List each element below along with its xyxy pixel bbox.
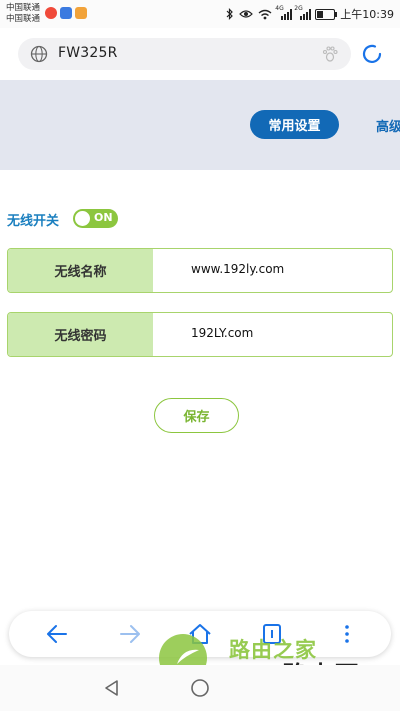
wifi-switch-label: 无线开关 xyxy=(7,214,60,229)
weibo-notification-icon xyxy=(45,7,57,19)
toggle-knob xyxy=(75,211,90,226)
forward-arrow-icon[interactable] xyxy=(117,622,143,646)
carrier-1: 中国联通 xyxy=(6,3,41,13)
globe-icon xyxy=(30,45,48,63)
signal-2g-icon: 2G xyxy=(294,5,312,20)
password-label: 无线密码 xyxy=(8,313,153,356)
back-arrow-icon[interactable] xyxy=(44,622,70,646)
url-text[interactable]: FW325R xyxy=(58,45,118,61)
eye-comfort-icon xyxy=(239,10,254,18)
bluetooth-icon xyxy=(226,8,234,20)
home-icon[interactable] xyxy=(187,622,213,646)
nav-back-icon[interactable] xyxy=(102,678,122,698)
address-bar[interactable]: FW325R xyxy=(18,38,351,70)
news-notification-icon xyxy=(60,7,72,19)
signal-4g-icon: 4G xyxy=(275,5,293,20)
tabs-icon[interactable] xyxy=(259,622,285,646)
address-bar-area: FW325R xyxy=(0,28,400,80)
ssid-input[interactable]: www.192ly.com xyxy=(191,262,284,276)
message-notification-icon xyxy=(75,7,87,19)
router-header: 常用设置 高级 xyxy=(0,80,400,170)
menu-icon[interactable] xyxy=(334,622,360,646)
toggle-state: ON xyxy=(94,211,113,224)
ssid-label: 无线名称 xyxy=(8,249,153,292)
carrier-2: 中国联通 xyxy=(6,14,41,24)
wifi-icon xyxy=(258,9,272,19)
password-input[interactable]: 192LY.com xyxy=(191,326,253,340)
ssid-field[interactable]: 无线名称 www.192ly.com xyxy=(7,248,393,293)
clock: 上午10:39 xyxy=(340,8,394,21)
nav-home-icon[interactable] xyxy=(190,678,210,698)
wifi-toggle[interactable]: ON xyxy=(73,209,118,228)
browser-toolbar xyxy=(9,611,391,657)
status-indicators: 4G 2G 上午10:39 xyxy=(226,5,394,22)
save-button[interactable]: 保存 xyxy=(154,398,239,433)
incognito-paw-icon[interactable] xyxy=(321,45,339,63)
battery-icon xyxy=(315,8,338,20)
tab-common-settings[interactable]: 常用设置 xyxy=(250,110,339,139)
reload-icon[interactable] xyxy=(359,41,385,67)
status-bar: 中国联通 中国联通 4G 2G 上午10:39 xyxy=(0,0,400,28)
tab-advanced-settings[interactable]: 高级 xyxy=(376,116,400,135)
notification-icons xyxy=(45,7,87,19)
password-field[interactable]: 无线密码 192LY.com xyxy=(7,312,393,357)
system-nav-bar xyxy=(0,665,400,711)
carrier-info: 中国联通 中国联通 xyxy=(6,3,40,25)
